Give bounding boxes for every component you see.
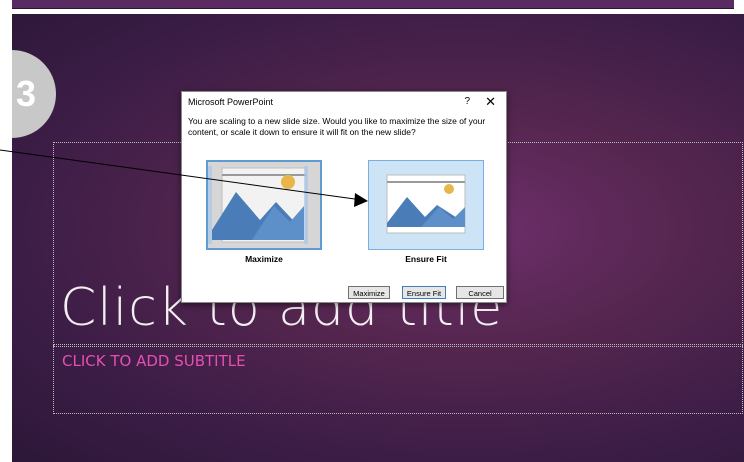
maximize-option[interactable] [206, 160, 322, 250]
help-button[interactable]: ? [464, 96, 470, 107]
ensure-fit-preview-icon [369, 161, 483, 249]
subtitle-placeholder-text[interactable]: CLICK TO ADD SUBTITLE [62, 352, 246, 370]
close-icon[interactable]: ✕ [485, 94, 496, 110]
step-badge: 3 [12, 50, 56, 138]
ensure-fit-button[interactable]: Ensure Fit [402, 286, 446, 299]
maximize-button[interactable]: Maximize [348, 286, 390, 299]
maximize-option-label: Maximize [245, 254, 283, 264]
dialog-message: You are scaling to a new slide size. Wou… [188, 116, 486, 137]
cancel-button[interactable]: Cancel [456, 286, 504, 299]
ensure-fit-option[interactable] [368, 160, 484, 250]
ensure-fit-option-label: Ensure Fit [405, 254, 447, 264]
dialog-title: Microsoft PowerPoint [188, 97, 274, 107]
top-bar [12, 0, 734, 9]
maximize-preview-icon [208, 162, 320, 248]
step-number: 3 [15, 73, 36, 114]
scale-dialog: Microsoft PowerPoint ? ✕ You are scaling… [181, 91, 507, 303]
